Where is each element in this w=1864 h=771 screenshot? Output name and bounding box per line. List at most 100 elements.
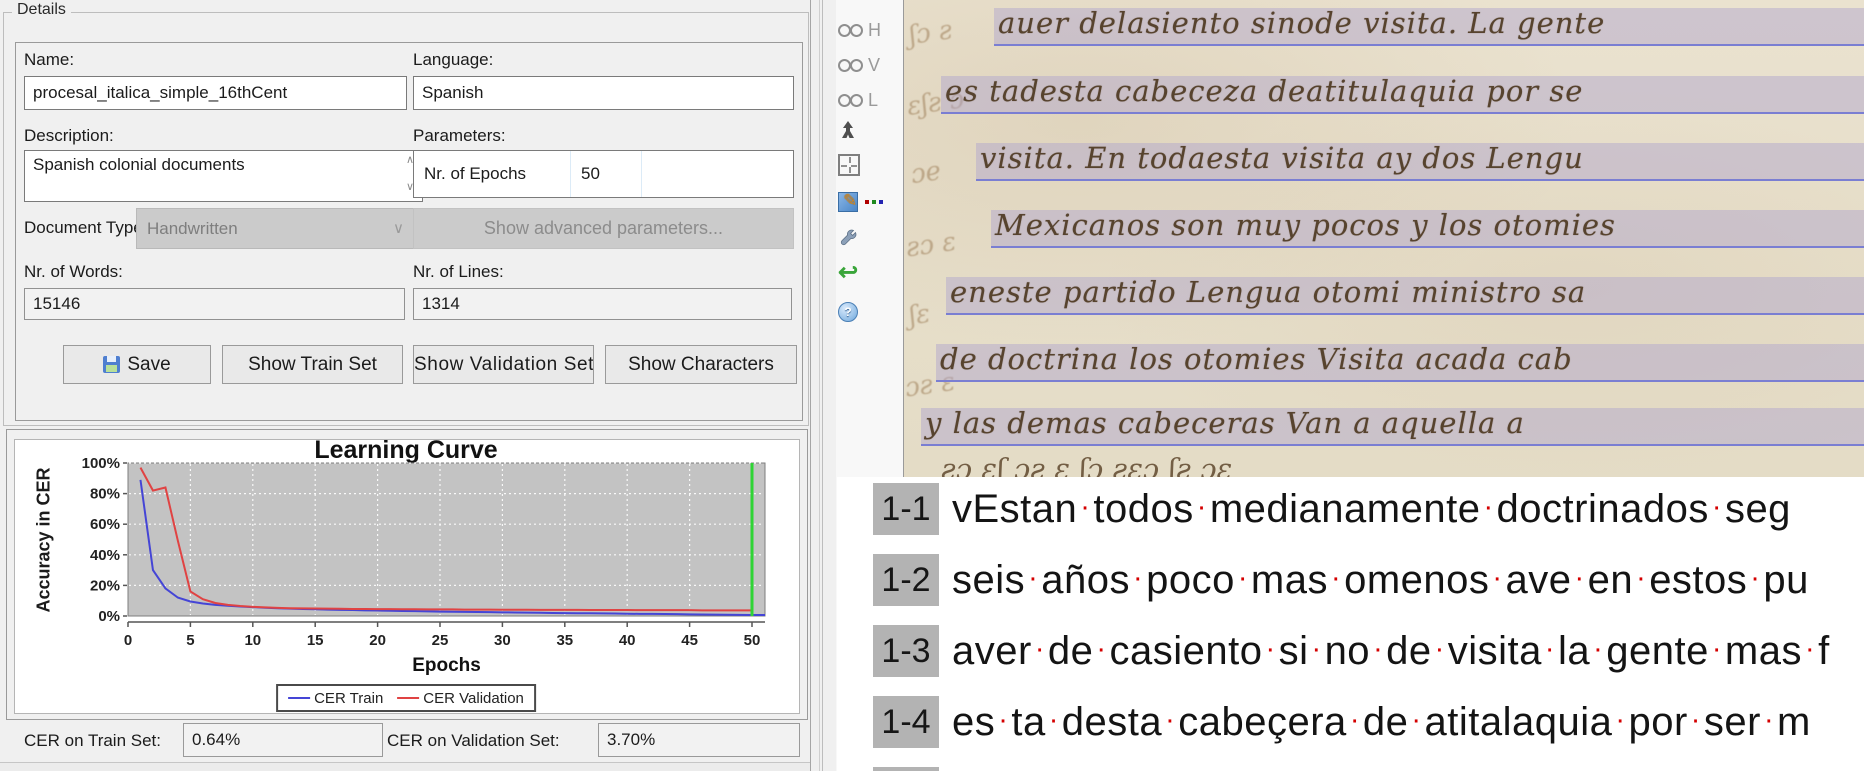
transcript-word: seis [952, 558, 1025, 602]
merge-arrow-button[interactable] [838, 116, 902, 144]
lines-label: Nr. of Lines: [413, 262, 504, 282]
document-type-value: Handwritten [147, 219, 238, 238]
transcript-word: visita [1448, 629, 1542, 673]
chevron-down-icon: ∨ [393, 209, 404, 248]
transcription-line-1-3[interactable]: aver·de·casiento·si·no·de·visita·la·gent… [952, 625, 1830, 677]
line-number-badge-1-1[interactable]: 1-1 [873, 483, 939, 535]
svg-text:5: 5 [186, 632, 194, 649]
tool-letter: H [868, 20, 881, 41]
description-input[interactable]: Spanish colonial documents ∧ ∨ [24, 150, 423, 202]
words-label: Nr. of Words: [24, 262, 123, 282]
manuscript-text-line-3[interactable]: visita. En todaesta visita ay dos Lengu [976, 143, 1864, 181]
manuscript-text-line-1[interactable]: auer delasiento sinode visita. La gente [994, 8, 1864, 46]
word-separator-dot: · [1130, 562, 1146, 594]
legend-item-train: CER Train [288, 690, 383, 707]
transcription-line-1-4[interactable]: es·ta·desta·cabeçera·de·atitalaquia·por·… [952, 696, 1811, 748]
svg-text:30: 30 [494, 632, 511, 649]
show-validation-set-button[interactable]: Show Validation Set [413, 345, 594, 384]
word-separator-dot: · [995, 704, 1011, 736]
manuscript-image-canvas[interactable]: ʃɔ ƨɛʃƨ ɔɔeƨɔ ɛʃɛɔƨ ɛauer delasiento sin… [903, 0, 1864, 478]
show-advanced-parameters-button: Show advanced parameters... [413, 208, 794, 249]
link-pair-lines-button[interactable]: L [838, 86, 902, 114]
help-button[interactable]: ? [838, 298, 902, 326]
wrench-button[interactable] [838, 224, 902, 252]
word-separator-dot: · [1032, 633, 1048, 665]
edit-colors-button[interactable]: ✎ [838, 188, 902, 216]
transcript-word: de [1386, 629, 1432, 673]
param-separator [641, 151, 642, 197]
show-validation-set-label: Show Validation Set [414, 354, 594, 376]
line-number-badge-1-4[interactable]: 1-4 [873, 696, 939, 748]
cer-validation-value-field: 3.70% [598, 723, 800, 757]
undo-arrow-icon: ↩ [838, 263, 858, 283]
transcript-word: desta [1062, 700, 1162, 744]
manuscript-text-line-7[interactable]: y las demas cabeceras Van a aquella a [921, 408, 1864, 446]
transcript-word: mas [1725, 629, 1802, 673]
svg-text:40: 40 [619, 632, 636, 649]
word-separator-dot: · [1162, 704, 1178, 736]
page-bleed-through-mark: ɔe [909, 156, 943, 190]
manuscript-text-line-2[interactable]: es tadesta cabeceza deatitulaquia por se [941, 76, 1864, 114]
transcript-word: la [1558, 629, 1590, 673]
transcription-line-1-2[interactable]: seis·años·poco·mas·omenos·ave·en·estos·p… [952, 554, 1809, 606]
svg-text:20%: 20% [90, 577, 120, 594]
floppy-disk-icon [103, 356, 120, 373]
line-number-badge-1-3[interactable]: 1-3 [873, 625, 939, 677]
line-number-badge-1-2[interactable]: 1-2 [873, 554, 939, 606]
language-input[interactable]: Spanish [413, 76, 794, 110]
save-button[interactable]: Save [63, 345, 211, 384]
manuscript-handwriting: eneste partido Lengua otomi ministro sa [950, 275, 1586, 309]
transcript-word: omenos [1344, 558, 1489, 602]
panel-splitter[interactable] [810, 0, 811, 771]
link-pair-horizontal-button[interactable]: H [838, 16, 902, 44]
word-separator-dot: · [1328, 562, 1344, 594]
manuscript-handwriting: de doctrina los otomies Visita acada cab [940, 342, 1573, 376]
undo-arrow-button[interactable]: ↩ [838, 259, 902, 287]
word-separator-dot: · [1612, 704, 1628, 736]
grid-frame-button[interactable] [838, 151, 902, 179]
link-pair-vertical-button[interactable]: V [838, 51, 902, 79]
manuscript-text-line-5[interactable]: eneste partido Lengua otomi ministro sa [946, 277, 1864, 315]
manuscript-text-line-4[interactable]: Mexicanos son muy pocos y los otomies [991, 210, 1864, 248]
line-number-badge-1-5[interactable]: 1-5 [873, 767, 939, 771]
epochs-param-value[interactable]: 50 [571, 164, 641, 184]
lines-value-field: 1314 [413, 288, 792, 320]
manuscript-clipped-line: ƨɔ ɛʃ ɔƨ ɛ ʃɔ ƨɛɔ ʃƨ ɔɛ [941, 452, 1232, 478]
epochs-param-label: Nr. of Epochs [414, 164, 570, 184]
learning-curve-plot: 051015202530354045500%20%40%60%80%100%Ep… [80, 455, 780, 705]
transcript-word: ta [1011, 700, 1045, 744]
manuscript-text-line-6[interactable]: de doctrina los otomies Visita acada cab [936, 344, 1864, 382]
transcript-word: en [1588, 558, 1634, 602]
svg-text:40%: 40% [90, 547, 120, 564]
transcript-word: ser [1704, 700, 1761, 744]
transcript-word: seg [1725, 487, 1791, 531]
chart-y-axis-label: Accuracy in CER [34, 467, 55, 612]
description-label: Description: [24, 126, 114, 146]
svg-text:50: 50 [744, 632, 761, 649]
transkribus-window: Details Name: Language: procesal_italica… [0, 0, 1864, 771]
link-pair-vertical-icon [838, 59, 863, 72]
show-train-set-button[interactable]: Show Train Set [222, 345, 403, 384]
svg-text:25: 25 [432, 632, 449, 649]
document-type-label: Document Type: [24, 218, 147, 238]
legend-train-label: CER Train [314, 690, 383, 707]
manuscript-handwriting: auer delasiento sinode visita. La gente [998, 6, 1605, 40]
word-separator-dot: · [1572, 562, 1588, 594]
train-line-sample-icon [288, 697, 310, 699]
manuscript-handwriting: y las demas cabeceras Van a aquella a [925, 406, 1525, 440]
grid-frame-icon [838, 154, 860, 176]
transcript-word: todos [1093, 487, 1193, 531]
merge-arrow-icon [838, 120, 858, 140]
parameters-table[interactable]: Nr. of Epochs 50 [413, 150, 794, 198]
validation-line-sample-icon [397, 697, 419, 699]
show-characters-button[interactable]: Show Characters [605, 345, 797, 384]
transcript-word: ave [1506, 558, 1572, 602]
page-bleed-through-mark: ƨɔ ɛ [904, 227, 958, 264]
svg-text:10: 10 [244, 632, 261, 649]
splitter-groove [819, 0, 820, 771]
transcription-line-1-1[interactable]: vEstan·todos·medianamente·doctrinados·se… [952, 483, 1791, 535]
word-separator-dot: · [1590, 633, 1606, 665]
name-input[interactable]: procesal_italica_simple_16thCent [24, 76, 407, 110]
transcript-word: mas [1251, 558, 1328, 602]
page-bleed-through-mark: ʃɔ ƨ [907, 15, 954, 51]
